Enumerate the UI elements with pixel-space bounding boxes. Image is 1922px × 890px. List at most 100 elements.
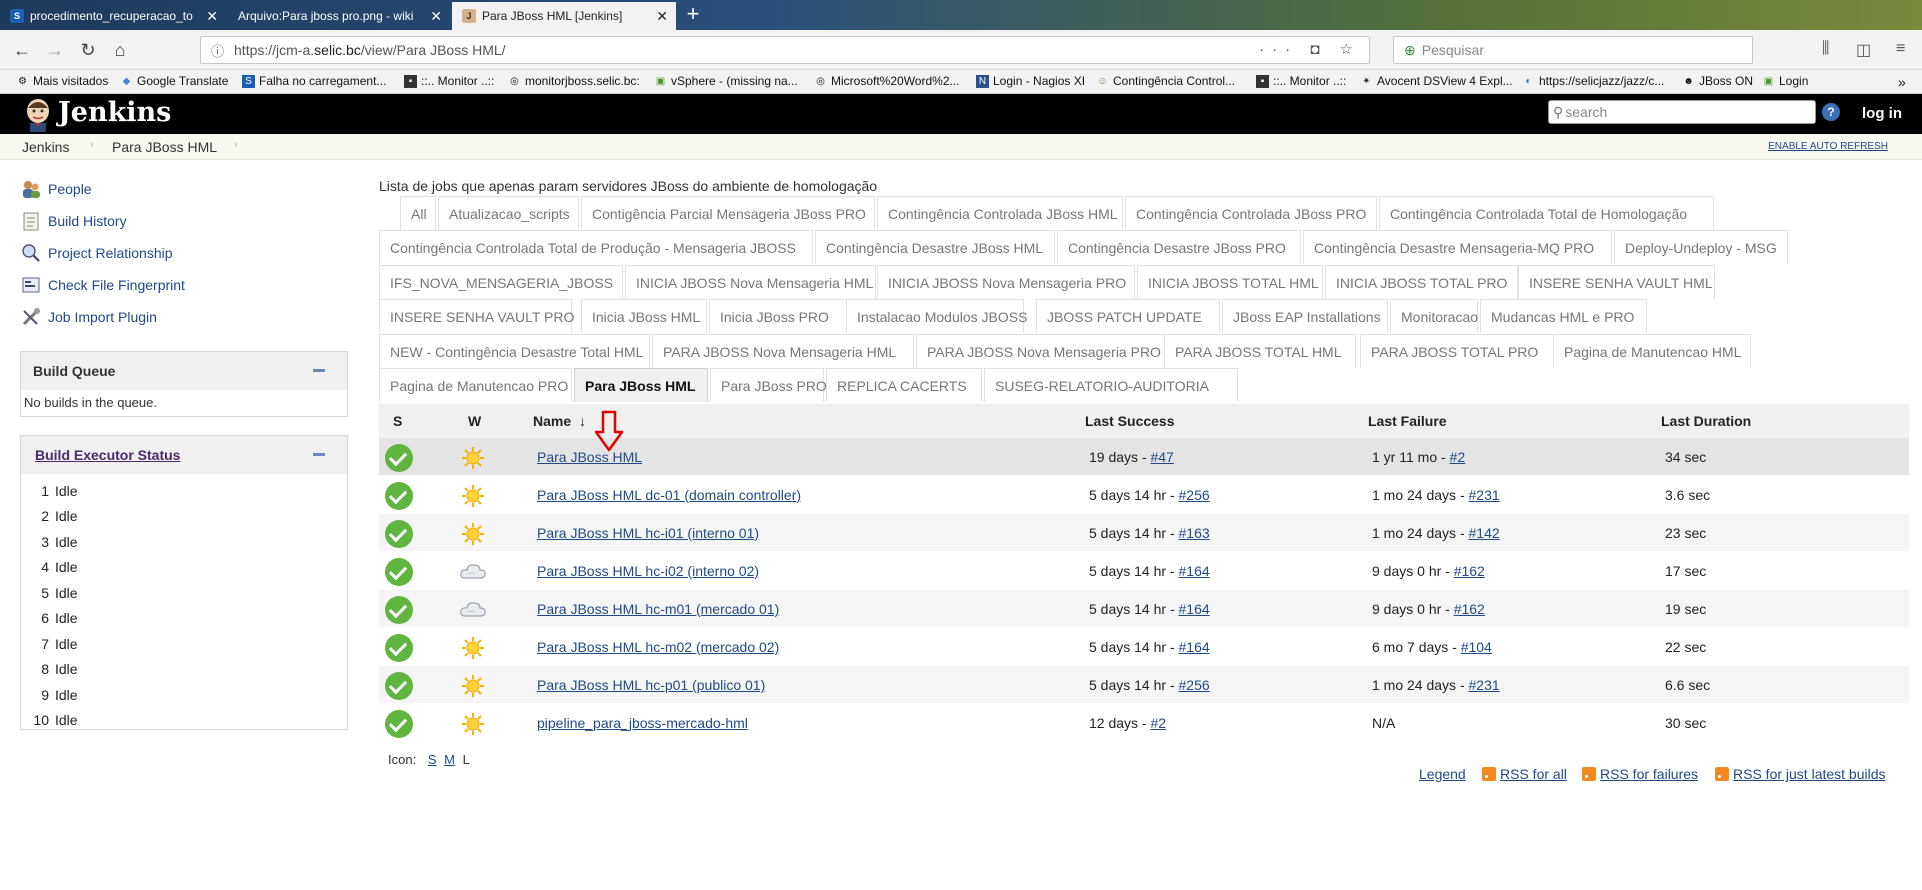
view-tab[interactable]: IFS_NOVA_MENSAGERIA_JBOSS xyxy=(379,265,623,299)
new-tab-button[interactable]: + xyxy=(678,2,708,28)
bookmark-item[interactable]: ▪::.. Monitor ..:: xyxy=(1256,74,1346,88)
view-tab[interactable]: Para JBoss PRO xyxy=(710,368,827,402)
last-success-build-link[interactable]: #164 xyxy=(1179,639,1210,655)
last-success-build-link[interactable]: #164 xyxy=(1179,601,1210,617)
column-last-success[interactable]: Last Success xyxy=(1085,413,1175,429)
close-icon[interactable]: ✕ xyxy=(656,8,668,25)
last-success-build-link[interactable]: #163 xyxy=(1179,525,1210,541)
view-tab[interactable]: Atualizacao_scripts xyxy=(438,196,579,230)
success-status-icon[interactable] xyxy=(385,710,413,738)
home-icon[interactable]: ⌂ xyxy=(108,38,132,62)
view-tab[interactable]: Contingência Desastre JBoss PRO xyxy=(1057,230,1301,264)
jenkins-logo-icon[interactable] xyxy=(22,96,54,132)
last-failure-build-link[interactable]: #162 xyxy=(1454,601,1485,617)
column-last-duration[interactable]: Last Duration xyxy=(1661,413,1751,429)
bookmark-item[interactable]: S Falha no carregament... xyxy=(242,74,386,88)
browser-tab-arquivo[interactable]: Arquivo:Para jboss pro.png - wiki ✕ xyxy=(228,2,450,30)
icon-size-m[interactable]: M xyxy=(444,752,455,767)
view-tab[interactable]: REPLICA CACERTS xyxy=(826,368,982,402)
task-build-history[interactable]: Build History xyxy=(20,210,127,232)
enable-auto-refresh-link[interactable]: ENABLE AUTO REFRESH xyxy=(1768,141,1888,152)
view-tab[interactable]: INSERE SENHA VAULT PRO xyxy=(379,299,574,333)
reload-icon[interactable]: ↻ xyxy=(76,38,100,62)
last-failure-build-link[interactable]: #162 xyxy=(1454,563,1485,579)
last-success-build-link[interactable]: #256 xyxy=(1179,487,1210,503)
close-icon[interactable]: ✕ xyxy=(430,8,442,25)
view-tab[interactable]: INSERE SENHA VAULT HML xyxy=(1518,265,1715,299)
task-people[interactable]: People xyxy=(20,178,92,200)
legend-link-label[interactable]: Legend xyxy=(1419,766,1466,782)
rss-latest-label[interactable]: RSS for just latest builds xyxy=(1733,766,1886,782)
success-status-icon[interactable] xyxy=(385,596,413,624)
view-tab[interactable]: Mudancas HML e PRO xyxy=(1480,299,1647,333)
view-tab[interactable]: SUSEG-RELATORIO-AUDITORIA xyxy=(984,368,1238,402)
last-failure-build-link[interactable]: #231 xyxy=(1469,677,1500,693)
bookmark-item[interactable]: ☺ Contingência Control... xyxy=(1096,74,1235,88)
info-icon[interactable]: ⓘ xyxy=(211,41,224,60)
column-name[interactable]: Name xyxy=(533,413,571,429)
browser-tab-jenkins[interactable]: J Para JBoss HML [Jenkins] ✕ xyxy=(452,2,676,30)
job-name-link[interactable]: Para JBoss HML dc-01 (domain controller) xyxy=(537,487,801,503)
icon-size-s[interactable]: S xyxy=(428,752,437,767)
rss-failures-label[interactable]: RSS for failures xyxy=(1600,766,1698,782)
job-name-link[interactable]: Para JBoss HML xyxy=(537,449,642,465)
success-status-icon[interactable] xyxy=(385,482,413,510)
view-tab[interactable]: JBOSS PATCH UPDATE xyxy=(1036,299,1220,333)
rss-all-label[interactable]: RSS for all xyxy=(1500,766,1567,782)
last-success-build-link[interactable]: #47 xyxy=(1150,449,1173,465)
sidebar-icon[interactable]: ◫ xyxy=(1856,40,1871,60)
job-name-link[interactable]: Para JBoss HML hc-p01 (publico 01) xyxy=(537,677,765,693)
browser-search-bar[interactable]: ⊕ Pesquisar xyxy=(1393,36,1753,64)
view-tab[interactable]: JBoss EAP Installations xyxy=(1222,299,1388,333)
success-status-icon[interactable] xyxy=(385,520,413,548)
view-tab[interactable]: All xyxy=(400,196,436,230)
view-tab[interactable]: Pagina de Manutencao PRO xyxy=(379,368,572,402)
last-failure-build-link[interactable]: #2 xyxy=(1450,449,1466,465)
column-last-failure[interactable]: Last Failure xyxy=(1368,413,1447,429)
collapse-icon[interactable] xyxy=(313,369,325,372)
job-name-link[interactable]: pipeline_para_jboss-mercado-hml xyxy=(537,715,748,731)
bookmark-item[interactable]: ▣ Login xyxy=(1762,74,1809,88)
view-tab[interactable]: Contingência Controlada Total de Produçã… xyxy=(379,230,813,264)
view-tab[interactable]: PARA JBOSS TOTAL HML xyxy=(1164,334,1356,368)
view-tab[interactable]: Contingência Desastre JBoss HML xyxy=(815,230,1055,264)
view-tab[interactable]: Contingência Desastre Mensageria-MQ PRO xyxy=(1303,230,1612,264)
bookmark-item[interactable]: ◎ monitorjboss.selic.bc: xyxy=(508,74,640,88)
job-name-link[interactable]: Para JBoss HML hc-m01 (mercado 01) xyxy=(537,601,779,617)
rss-latest-link[interactable]: RSS for just latest builds xyxy=(1715,766,1886,782)
bookmark-item[interactable]: ✴ Avocent DSView 4 Expl... xyxy=(1360,74,1512,88)
view-tab[interactable]: PARA JBOSS Nova Mensageria HML xyxy=(652,334,914,368)
view-tab[interactable]: NEW - Contingência Desastre Total HML xyxy=(379,334,650,368)
back-icon[interactable]: ← xyxy=(10,38,34,62)
rss-failures-link[interactable]: RSS for failures xyxy=(1582,766,1698,782)
menu-icon[interactable]: ≡ xyxy=(1896,40,1905,58)
breadcrumb-view[interactable]: Para JBoss HML xyxy=(112,139,217,155)
forward-icon[interactable]: → xyxy=(43,38,67,62)
success-status-icon[interactable] xyxy=(385,558,413,586)
view-tab[interactable]: Contingência Controlada JBoss HML xyxy=(877,196,1123,230)
breadcrumb-jenkins[interactable]: Jenkins xyxy=(22,139,69,155)
job-name-link[interactable]: Para JBoss HML hc-m02 (mercado 02) xyxy=(537,639,779,655)
view-tab[interactable]: INICIA JBOSS TOTAL PRO xyxy=(1325,265,1518,299)
view-tab[interactable]: Para JBoss HML xyxy=(574,368,708,402)
collapse-icon[interactable] xyxy=(313,453,325,456)
column-weather[interactable]: W xyxy=(468,413,481,429)
job-name-link[interactable]: Para JBoss HML hc-i01 (interno 01) xyxy=(537,525,759,541)
bookmark-item[interactable]: ▪::.. Monitor ..:: xyxy=(404,74,494,88)
bookmark-item[interactable]: ☻ JBoss ON xyxy=(1682,74,1753,88)
close-icon[interactable]: ✕ xyxy=(206,8,218,25)
last-success-build-link[interactable]: #2 xyxy=(1150,715,1166,731)
last-failure-build-link[interactable]: #231 xyxy=(1469,487,1500,503)
last-success-build-link[interactable]: #164 xyxy=(1179,563,1210,579)
view-tab[interactable]: Contigência Parcial Mensageria JBoss PRO xyxy=(581,196,875,230)
job-name-link[interactable]: Para JBoss HML hc-i02 (interno 02) xyxy=(537,563,759,579)
url-bar[interactable]: ⓘ https://jcm-a. selic.bc/view/Para JBoss… xyxy=(200,36,1370,64)
last-failure-build-link[interactable]: #104 xyxy=(1461,639,1492,655)
view-tab[interactable]: PARA JBOSS TOTAL PRO xyxy=(1360,334,1562,368)
view-tab[interactable]: Inicia JBoss HML xyxy=(581,299,707,333)
bookmark-item[interactable]: ▣ vSphere - (missing na... xyxy=(654,74,798,88)
view-tab[interactable]: Deploy-Undeploy - MSG xyxy=(1614,230,1788,264)
help-icon[interactable]: ? xyxy=(1822,103,1840,121)
bookmark-item[interactable]: ◆ Google Translate xyxy=(120,74,229,88)
view-tab[interactable]: INICIA JBOSS Nova Mensageria PRO xyxy=(877,265,1135,299)
